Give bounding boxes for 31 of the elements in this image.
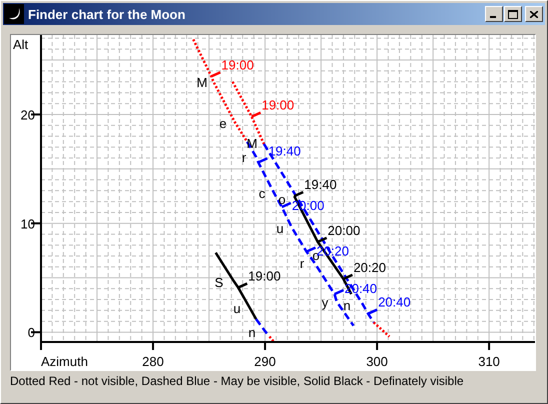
legend-text: Dotted Red - not visible, Dashed Blue - May be visible, Solid Black - Definately visible [10,374,465,388]
name-letter: o [278,192,286,207]
name-letter: u [276,221,284,236]
time-label: 19:00 [262,98,294,113]
axis-tick-label: 310 [478,354,500,369]
axis-tick-label: 20 [20,107,35,122]
name-letter: u [233,301,241,316]
time-label: 20:40 [378,294,411,310]
window-title: Finder chart for the Moon [28,6,186,22]
axis-title: Alt [13,37,28,52]
name-letter: r [300,256,304,271]
name-letter: n [343,298,351,313]
time-label: 20:00 [328,222,360,238]
name-letter: y [322,295,328,310]
name-letter: e [219,116,227,131]
name-letter: r [242,150,246,165]
time-label: 19:00 [221,57,254,72]
name-letter: c [258,186,266,201]
time-label: 19:40 [304,177,337,192]
axis-tick-label: 290 [254,354,276,369]
name-letter: n [248,325,256,340]
axis-tick-label: 280 [142,354,164,369]
axis-tick-label: 10 [20,216,35,232]
name-letter: M [246,136,258,151]
axis-title: Azimuth [41,354,88,369]
name-letter: M [196,75,208,90]
name-letter: S [214,275,224,290]
time-label: 19:00 [248,268,281,284]
time-label: 20:20 [353,260,386,275]
axis-tick-label: 300 [366,354,388,369]
time-label: 19:40 [268,143,301,158]
